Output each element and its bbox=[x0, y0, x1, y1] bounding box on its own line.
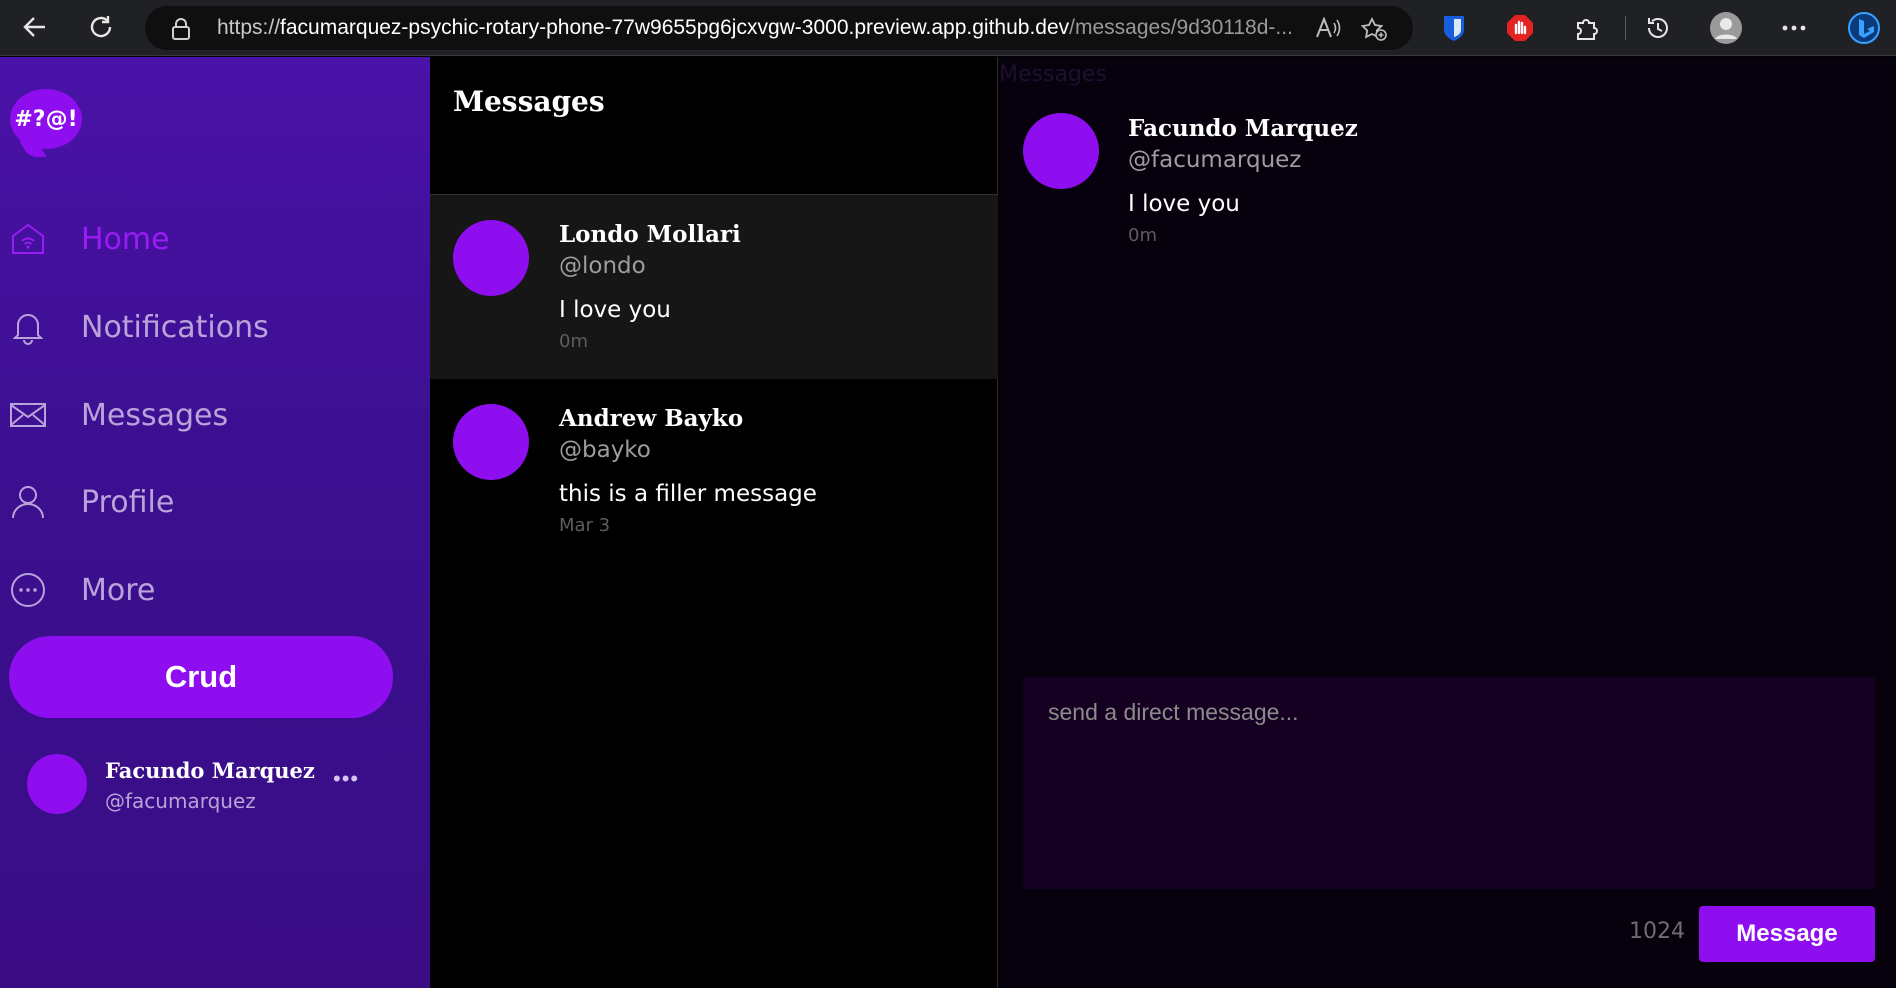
account-handle: @facumarquez bbox=[105, 789, 256, 813]
conversation-preview: this is a filler message bbox=[559, 481, 817, 507]
envelope-icon bbox=[10, 397, 46, 433]
sidebar-item-label: More bbox=[81, 572, 156, 608]
sidebar-item-notifications[interactable]: Notifications bbox=[0, 297, 420, 357]
message-thread: Messages Facundo Marquez @facumarquez I … bbox=[999, 57, 1896, 988]
more-circle-icon bbox=[10, 572, 46, 608]
sidebar-item-label: Notifications bbox=[81, 309, 269, 345]
avatar bbox=[1023, 113, 1099, 189]
sidebar-item-label: Profile bbox=[81, 484, 175, 520]
profile-avatar-icon[interactable] bbox=[1708, 10, 1744, 46]
sidebar-item-label: Home bbox=[81, 221, 170, 257]
message-text: I love you bbox=[1128, 191, 1240, 217]
conversation-handle: @londo bbox=[559, 253, 646, 279]
message-author-name: Facundo Marquez bbox=[1128, 115, 1358, 142]
conversation-name: Andrew Bayko bbox=[559, 405, 744, 432]
adblock-hand-icon[interactable] bbox=[1502, 10, 1538, 46]
conversation-item[interactable]: Andrew Bayko @bayko this is a filler mes… bbox=[430, 379, 998, 563]
conversation-preview: I love you bbox=[559, 297, 671, 323]
toolbar-separator bbox=[1625, 16, 1626, 40]
sidebar-item-label: Messages bbox=[81, 397, 229, 433]
send-message-button[interactable]: Message bbox=[1699, 906, 1875, 962]
bell-icon bbox=[10, 309, 46, 345]
bing-chat-icon[interactable] bbox=[1846, 10, 1882, 46]
logo-text: #?@! bbox=[14, 106, 78, 132]
read-aloud-icon[interactable] bbox=[1315, 17, 1341, 39]
conversation-time: 0m bbox=[559, 331, 588, 352]
account-name: Facundo Marquez bbox=[105, 758, 315, 783]
bitwarden-shield-icon[interactable] bbox=[1436, 10, 1472, 46]
more-options-icon[interactable] bbox=[1776, 10, 1812, 46]
sidebar-item-messages[interactable]: Messages bbox=[0, 385, 420, 445]
address-bar[interactable]: https://facumarquez-psychic-rotary-phone… bbox=[145, 6, 1413, 50]
char-count: 1024 bbox=[1629, 919, 1685, 944]
message-time: 0m bbox=[1128, 225, 1157, 246]
conversation-item[interactable]: Londo Mollari @londo I love you 0m bbox=[430, 195, 998, 379]
history-icon[interactable] bbox=[1640, 10, 1676, 46]
message-author-handle: @facumarquez bbox=[1128, 147, 1302, 173]
direct-message-input[interactable] bbox=[1023, 677, 1875, 889]
crud-button[interactable]: Crud bbox=[9, 636, 393, 718]
account-more-button[interactable]: ••• bbox=[333, 768, 365, 790]
sidebar: #?@! Home Notifications Messages Profile bbox=[0, 57, 430, 988]
app-root: #?@! Home Notifications Messages Profile bbox=[0, 57, 1896, 988]
user-icon bbox=[10, 484, 46, 520]
account-avatar[interactable] bbox=[27, 754, 87, 814]
lock-icon[interactable] bbox=[171, 18, 191, 40]
extensions-puzzle-icon[interactable] bbox=[1568, 10, 1604, 46]
avatar bbox=[453, 404, 529, 480]
sidebar-item-profile[interactable]: Profile bbox=[0, 472, 420, 532]
avatar bbox=[453, 220, 529, 296]
browser-toolbar: https://facumarquez-psychic-rotary-phone… bbox=[0, 0, 1896, 56]
back-icon[interactable] bbox=[18, 10, 52, 44]
refresh-icon[interactable] bbox=[84, 10, 118, 44]
sidebar-item-more[interactable]: More bbox=[0, 560, 420, 620]
page-title: Messages bbox=[453, 85, 605, 118]
thread-ghost-title: Messages bbox=[999, 62, 1107, 87]
url-text[interactable]: https://facumarquez-psychic-rotary-phone… bbox=[217, 6, 1297, 50]
home-icon bbox=[10, 221, 46, 257]
conversation-handle: @bayko bbox=[559, 437, 651, 463]
favorite-add-icon[interactable] bbox=[1361, 17, 1387, 41]
app-logo[interactable]: #?@! bbox=[10, 89, 82, 149]
conversation-list: Messages Londo Mollari @londo I love you… bbox=[430, 57, 998, 988]
conversation-time: Mar 3 bbox=[559, 515, 611, 536]
conversation-name: Londo Mollari bbox=[559, 221, 741, 248]
sidebar-item-home[interactable]: Home bbox=[0, 209, 420, 269]
